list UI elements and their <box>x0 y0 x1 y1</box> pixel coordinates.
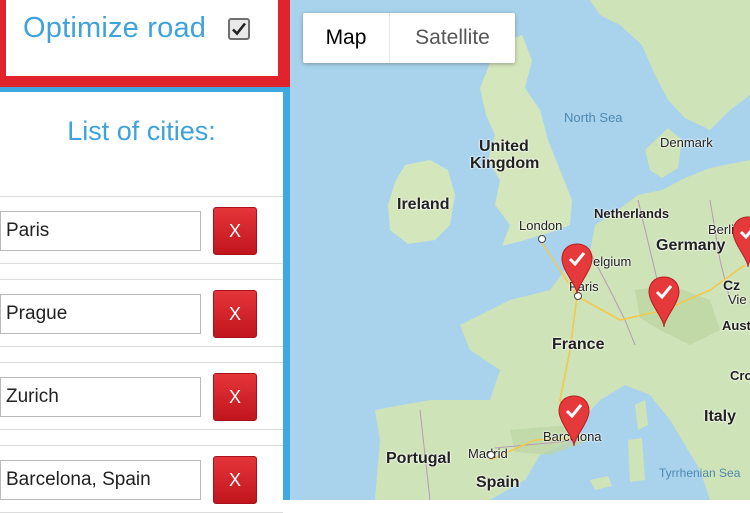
map-label-belgium: elgium <box>593 254 632 269</box>
optimize-road-panel: Optimize road <box>0 0 290 87</box>
map-label-austria: Aust <box>722 318 750 333</box>
remove-city-button[interactable]: X <box>213 290 257 338</box>
map-type-map-button[interactable]: Map <box>303 13 390 63</box>
list-title: List of cities: <box>0 116 283 147</box>
map-label-london: London <box>519 218 563 233</box>
city-input-barcelona[interactable] <box>0 460 201 500</box>
list-title-text: List of cities: <box>67 116 216 146</box>
checkmark-icon <box>232 22 247 36</box>
optimize-road-label: Optimize road <box>23 12 207 44</box>
city-list-panel: List of cities: X X X X <box>0 92 283 513</box>
optimize-road-checkbox[interactable] <box>228 18 250 40</box>
remove-city-button[interactable]: X <box>213 456 257 504</box>
remove-city-button[interactable]: X <box>213 207 257 255</box>
map-label-ireland: Ireland <box>397 196 450 213</box>
city-dot-london <box>538 235 546 243</box>
map-label-germany: Germany <box>656 237 726 254</box>
optimize-road-inner: Optimize road <box>6 0 278 76</box>
city-dot-madrid <box>487 451 495 459</box>
barcelona-marker-icon[interactable] <box>557 394 591 448</box>
map-label-italy: Italy <box>704 408 737 425</box>
remove-city-button[interactable]: X <box>213 373 257 421</box>
map-label-north-sea: North Sea <box>564 110 623 125</box>
city-row-paris: X <box>0 196 283 264</box>
map-label-denmark: Denmark <box>660 135 713 150</box>
map-label-croatia: Cro <box>730 368 750 383</box>
map-label-united: United <box>479 138 529 155</box>
map-type-control: Map Satellite <box>303 13 515 63</box>
city-row-barcelona: X <box>0 445 283 513</box>
city-input-prague[interactable] <box>0 294 201 334</box>
sidebar: Optimize road List of cities: X X X X <box>0 0 290 513</box>
map-label-netherlands: Netherlands <box>594 206 670 221</box>
map-label-france: France <box>552 336 605 353</box>
map-label-vienna: Vie <box>728 292 747 307</box>
map-type-satellite-button[interactable]: Satellite <box>390 13 515 63</box>
map-label-portugal: Portugal <box>386 450 451 467</box>
map-label-kingdom: Kingdom <box>470 155 540 172</box>
map-label-czechia: Cz <box>723 277 741 293</box>
city-input-paris[interactable] <box>0 211 201 251</box>
prague-marker-icon[interactable] <box>731 215 750 269</box>
city-row-prague: X <box>0 279 283 347</box>
map-label-spain: Spain <box>476 474 520 491</box>
paris-marker-icon[interactable] <box>560 242 594 296</box>
city-input-zurich[interactable] <box>0 377 201 417</box>
city-row-zurich: X <box>0 362 283 430</box>
map-canvas[interactable]: Map Satellite North Sea United Kingdom D… <box>290 0 750 500</box>
map-label-tyrrhenian-sea: Tyrrhenian Sea <box>659 466 741 480</box>
zurich-marker-icon[interactable] <box>647 275 681 329</box>
